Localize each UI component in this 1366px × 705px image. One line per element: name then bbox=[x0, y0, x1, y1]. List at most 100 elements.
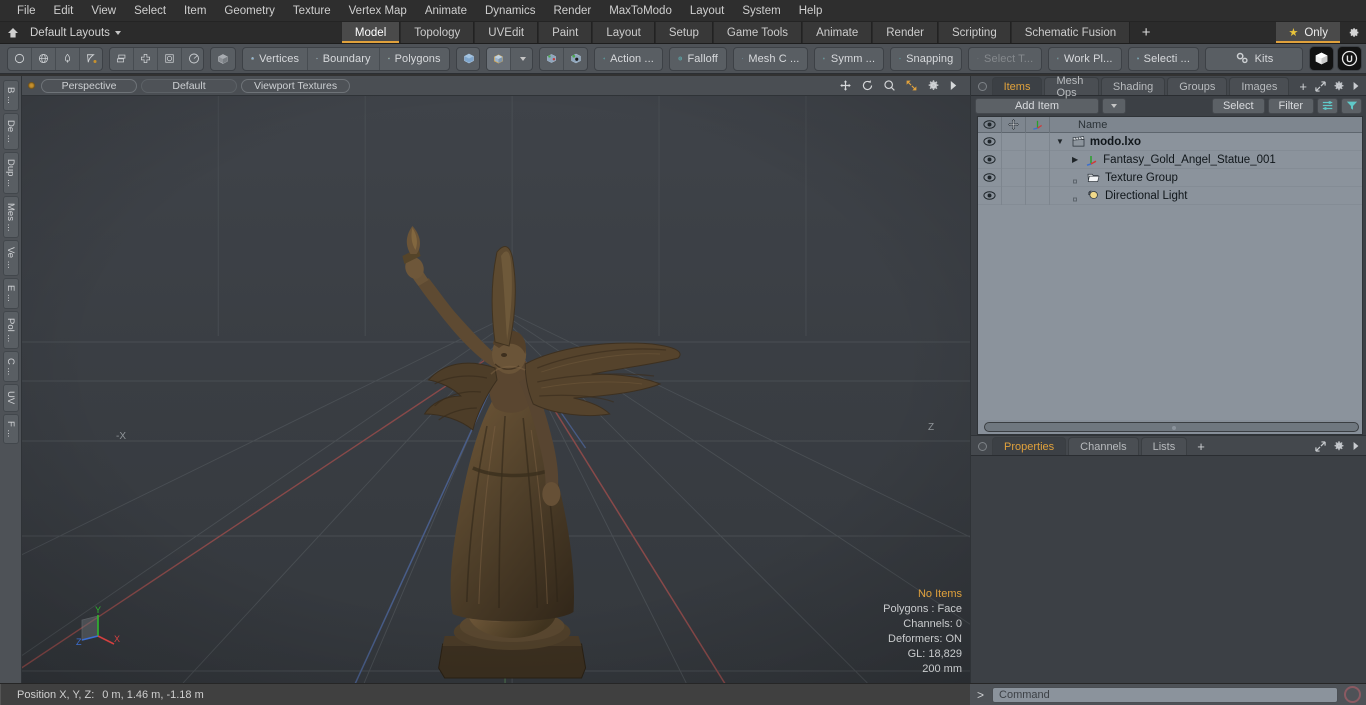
menu-item-texture[interactable]: Texture bbox=[284, 1, 340, 21]
menu-item-animate[interactable]: Animate bbox=[416, 1, 476, 21]
left-tool-tab-4[interactable]: Ve ... bbox=[2, 240, 19, 276]
home-icon[interactable] bbox=[0, 22, 26, 43]
layout-tab-topology[interactable]: Topology bbox=[400, 22, 475, 43]
items-tab-shading[interactable]: Shading bbox=[1100, 77, 1166, 95]
items-tree-row[interactable]: Directional Light bbox=[978, 186, 1362, 205]
left-tool-tab-2[interactable]: Dup ... bbox=[2, 151, 19, 194]
cube-gold-icon[interactable] bbox=[487, 47, 512, 70]
snapping-button[interactable]: Snapping bbox=[890, 46, 963, 71]
selection-set-button[interactable]: Selecti ... bbox=[1127, 46, 1199, 71]
expand-panel-icon[interactable] bbox=[1315, 80, 1326, 92]
falloff-icon[interactable]: Falloff bbox=[670, 48, 726, 70]
row-lock-cell[interactable] bbox=[1002, 150, 1026, 169]
viewport-menu-icon[interactable] bbox=[949, 80, 958, 91]
unreal-logo-icon[interactable] bbox=[1337, 46, 1362, 71]
stack-icon[interactable] bbox=[110, 47, 134, 70]
menu-item-system[interactable]: System bbox=[733, 1, 789, 21]
default-layouts-dropdown[interactable]: Default Layouts bbox=[26, 22, 131, 43]
viewport-view-type[interactable]: Perspective bbox=[41, 78, 137, 93]
move-view-icon[interactable] bbox=[839, 79, 852, 92]
properties-tab-properties[interactable]: Properties bbox=[992, 437, 1067, 455]
select-button[interactable]: Select bbox=[1211, 97, 1265, 114]
symmetry-button[interactable]: Symm ... bbox=[814, 46, 885, 71]
add-items-tab-button[interactable]: + bbox=[1291, 77, 1315, 95]
work-plane-icon[interactable]: Work Pl... bbox=[1049, 48, 1120, 70]
add-item-button[interactable]: Add Item bbox=[975, 97, 1099, 114]
left-tool-tab-5[interactable]: E ... bbox=[2, 277, 19, 309]
panel-gear-icon[interactable] bbox=[1333, 80, 1345, 92]
action-center-icon[interactable]: Action ... bbox=[595, 48, 662, 70]
menu-item-geometry[interactable]: Geometry bbox=[215, 1, 284, 21]
row-visibility-eye-icon[interactable] bbox=[978, 132, 1002, 151]
expand-panel-icon[interactable] bbox=[1315, 440, 1326, 452]
row-lock-cell[interactable] bbox=[1002, 132, 1026, 151]
globe-icon[interactable] bbox=[32, 47, 56, 70]
row-lock-cell[interactable] bbox=[1002, 168, 1026, 187]
select-through-icon[interactable]: Select T... bbox=[969, 48, 1041, 70]
row-visibility-eye-icon[interactable] bbox=[978, 150, 1002, 169]
command-input[interactable]: Command bbox=[992, 686, 1338, 703]
items-tree[interactable]: Name ▼ modo.lxo ▶ Fantasy_Gold_Angel_Statue… bbox=[977, 116, 1363, 435]
only-toggle[interactable]: ★ Only bbox=[1276, 22, 1340, 43]
menu-item-item[interactable]: Item bbox=[175, 1, 215, 21]
layout-tab-scripting[interactable]: Scripting bbox=[937, 22, 1011, 43]
items-tree-row[interactable]: Texture Group bbox=[978, 168, 1362, 187]
menu-item-render[interactable]: Render bbox=[544, 1, 600, 21]
row-axis-cell[interactable] bbox=[1026, 150, 1050, 169]
cube-icon[interactable] bbox=[211, 48, 235, 70]
selection-mode-vertices[interactable]: Vertices bbox=[243, 47, 309, 70]
properties-tab-channels[interactable]: Channels bbox=[1068, 437, 1139, 455]
left-tool-tab-6[interactable]: Pol ... bbox=[2, 310, 19, 349]
filter-button[interactable]: Filter bbox=[1267, 97, 1314, 114]
menu-item-view[interactable]: View bbox=[82, 1, 125, 21]
add-item-dropdown[interactable] bbox=[1101, 97, 1126, 114]
mesh-constraint-button[interactable]: Mesh C ... bbox=[732, 46, 809, 71]
items-tree-hscrollbar[interactable] bbox=[984, 422, 1359, 432]
modo-logo-icon[interactable] bbox=[1309, 46, 1334, 71]
chevron-right-icon[interactable]: ▶ bbox=[1072, 155, 1078, 164]
left-tool-tab-1[interactable]: De ... bbox=[2, 112, 19, 150]
layout-tab-model[interactable]: Model bbox=[340, 22, 401, 43]
selection-icon[interactable]: Selecti ... bbox=[1129, 48, 1198, 70]
items-tab-groups[interactable]: Groups bbox=[1167, 77, 1228, 95]
list-options-icon[interactable] bbox=[1317, 97, 1338, 114]
chevron-down-icon[interactable] bbox=[511, 48, 532, 70]
menu-item-dynamics[interactable]: Dynamics bbox=[476, 1, 544, 21]
row-lock-cell[interactable] bbox=[1002, 186, 1026, 205]
kits-button[interactable]: Kits bbox=[1205, 46, 1303, 71]
fit-view-icon[interactable] bbox=[905, 79, 918, 92]
menu-item-edit[interactable]: Edit bbox=[45, 1, 83, 21]
layout-tab-setup[interactable]: Setup bbox=[654, 22, 713, 43]
layout-tab-animate[interactable]: Animate bbox=[802, 22, 873, 43]
items-tab-items[interactable]: Items bbox=[991, 77, 1043, 95]
work-plane-button[interactable]: Work Pl... bbox=[1048, 46, 1122, 71]
layout-tab-layout[interactable]: Layout bbox=[592, 22, 655, 43]
selection-mode-boundary[interactable]: Boundary bbox=[308, 47, 380, 70]
panel-gear-icon[interactable] bbox=[1333, 440, 1345, 452]
items-tree-row[interactable]: ▶ Fantasy_Gold_Angel_Statue_001 bbox=[978, 150, 1362, 169]
center-icon[interactable] bbox=[158, 47, 182, 70]
row-axis-cell[interactable] bbox=[1026, 168, 1050, 187]
menu-item-help[interactable]: Help bbox=[790, 1, 832, 21]
gears-icon[interactable]: Kits bbox=[1206, 48, 1302, 70]
menu-item-select[interactable]: Select bbox=[125, 1, 175, 21]
pen-icon[interactable] bbox=[56, 47, 80, 70]
add-properties-tab-button[interactable]: + bbox=[1189, 437, 1213, 455]
items-tab-mesh-ops[interactable]: Mesh Ops bbox=[1044, 75, 1099, 99]
rotate-view-icon[interactable] bbox=[861, 79, 874, 92]
align-icon[interactable] bbox=[134, 47, 158, 70]
3d-viewport[interactable]: -X Z Y Z X No Items Polygons: Face Chan… bbox=[22, 96, 970, 683]
select-through-button[interactable]: Select T... bbox=[968, 46, 1043, 71]
properties-tab-lists[interactable]: Lists bbox=[1140, 437, 1188, 455]
action-center-button[interactable]: Action ... bbox=[593, 46, 663, 71]
left-tool-tab-0[interactable]: B ... bbox=[2, 80, 19, 111]
menu-item-layout[interactable]: Layout bbox=[681, 1, 734, 21]
layout-tab-schematic-fusion[interactable]: Schematic Fusion bbox=[1010, 22, 1131, 43]
selection-mode-polygons[interactable]: Polygons bbox=[380, 48, 449, 70]
layout-tab-uvedit[interactable]: UVEdit bbox=[474, 22, 539, 43]
radial-icon[interactable] bbox=[182, 48, 204, 70]
left-tool-tab-3[interactable]: Mes ... bbox=[2, 195, 19, 239]
falloff-button[interactable]: Falloff bbox=[668, 46, 727, 71]
viewport-settings-icon[interactable] bbox=[927, 79, 940, 92]
row-axis-cell[interactable] bbox=[1026, 186, 1050, 205]
